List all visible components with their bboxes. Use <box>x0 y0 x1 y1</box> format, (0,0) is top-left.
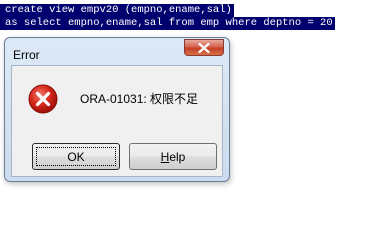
close-button[interactable] <box>184 39 224 56</box>
error-dialog: Error ORA-01031: 权限不足 OK Help <box>4 37 230 182</box>
help-label-rest: elp <box>169 149 186 164</box>
error-message: ORA-01031: 权限不足 <box>80 92 199 106</box>
help-button-label: Help <box>161 150 186 164</box>
close-icon <box>198 42 210 53</box>
dialog-body: ORA-01031: 权限不足 OK Help <box>11 65 223 177</box>
help-button[interactable]: Help <box>129 143 217 170</box>
dialog-title: Error <box>13 48 40 62</box>
ok-button[interactable]: OK <box>32 143 120 170</box>
ok-button-label: OK <box>67 149 85 164</box>
error-icon <box>28 84 58 114</box>
sql-line-2[interactable]: as select empno,ename,sal from emp where… <box>0 17 335 30</box>
sql-line-1[interactable]: create view empv20 (empno,ename,sal) <box>0 4 234 17</box>
